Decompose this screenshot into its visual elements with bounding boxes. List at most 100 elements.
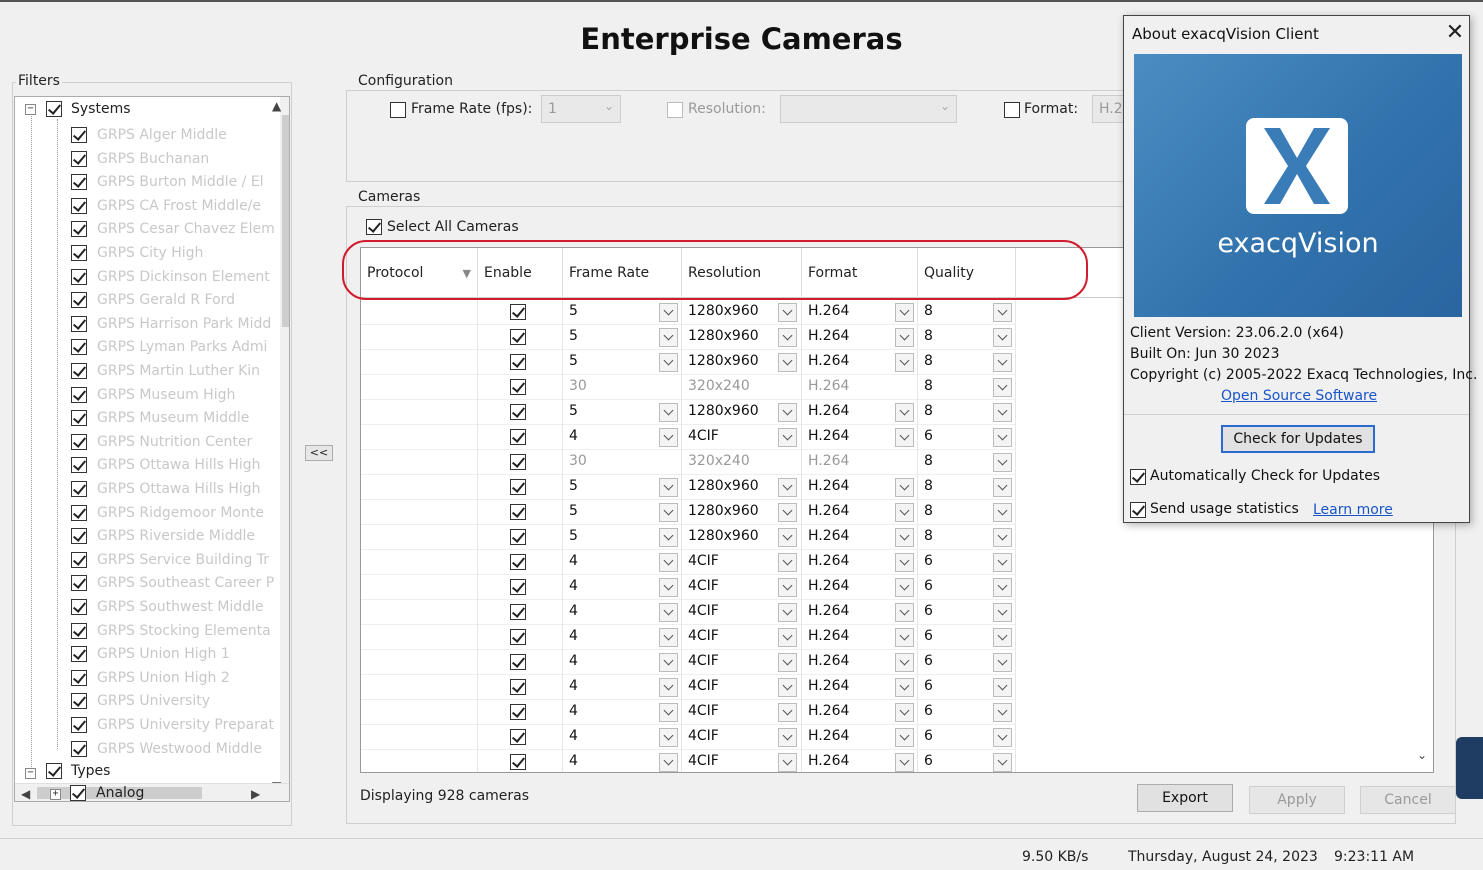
cell-quality[interactable]: 6 [918,650,1016,675]
cell-frame-rate[interactable]: 5 [563,475,682,500]
tree-item-system[interactable]: GRPS Ottawa Hills High [15,455,267,477]
cell-format[interactable]: H.264 [802,700,918,725]
system-checkbox[interactable] [71,150,87,167]
cell-resolution[interactable]: 1280x960 [682,525,802,550]
chevron-down-icon[interactable] [659,628,678,647]
cell-frame-rate[interactable]: 4 [563,425,682,450]
system-checkbox[interactable] [71,646,87,663]
chevron-down-icon[interactable] [993,503,1012,522]
system-checkbox[interactable] [71,363,87,379]
chevron-down-icon[interactable] [778,653,797,672]
enable-checkbox[interactable] [510,504,526,520]
cell-resolution[interactable]: 1280x960 [682,350,802,375]
chevron-down-icon[interactable] [895,303,914,322]
cell-format[interactable]: H.264 [802,400,918,425]
chevron-down-icon[interactable] [993,403,1012,422]
scroll-left-icon[interactable]: ◀ [21,787,30,801]
cell-format[interactable]: H.264 [802,475,918,500]
table-row[interactable]: 30 320x240 H.264 8 [361,375,1016,400]
chevron-down-icon[interactable] [778,578,797,597]
enable-checkbox[interactable] [510,604,526,620]
tree-item-system[interactable]: GRPS Southeast Career P [15,573,274,595]
chevron-down-icon[interactable] [659,553,678,572]
learn-more-link[interactable]: Learn more [1313,502,1393,518]
chevron-down-icon[interactable] [659,678,678,697]
cell-format[interactable]: H.264 [802,575,918,600]
cell-quality[interactable]: 8 [918,450,1016,475]
cell-quality[interactable]: 8 [918,375,1016,400]
cell-resolution[interactable]: 4CIF [682,625,802,650]
tree-item-system[interactable]: GRPS Buchanan [15,149,267,171]
cell-resolution[interactable]: 320x240 [682,375,802,400]
system-checkbox[interactable] [71,245,87,261]
cell-frame-rate[interactable]: 4 [563,750,682,772]
cell-format[interactable]: H.264 [802,350,918,375]
table-row[interactable]: 4 4CIF H.264 6 [361,600,1016,625]
tree-item-system[interactable]: GRPS Stocking Elementa [15,621,271,643]
chevron-down-icon[interactable] [993,728,1012,747]
enable-checkbox[interactable] [510,654,526,670]
chevron-down-icon[interactable] [993,578,1012,597]
cell-frame-rate[interactable]: 4 [563,600,682,625]
systems-checkbox[interactable] [46,101,62,117]
cell-resolution[interactable]: 1280x960 [682,400,802,425]
cell-format[interactable]: H.264 [802,600,918,625]
cell-frame-rate[interactable]: 4 [563,675,682,700]
chevron-down-icon[interactable] [895,328,914,347]
cell-quality[interactable]: 8 [918,325,1016,350]
cell-resolution[interactable]: 4CIF [682,425,802,450]
cell-quality[interactable]: 8 [918,475,1016,500]
cell-format[interactable]: H.264 [802,500,918,525]
tree-item-system[interactable]: GRPS Museum Middle [15,408,267,430]
chevron-down-icon[interactable] [993,553,1012,572]
cell-quality[interactable]: 8 [918,300,1016,325]
chevron-down-icon[interactable] [778,478,797,497]
system-checkbox[interactable] [71,669,87,686]
table-row[interactable]: 4 4CIF H.264 6 [361,675,1016,700]
enable-checkbox[interactable] [510,429,526,445]
cell-resolution[interactable]: 4CIF [682,600,802,625]
chevron-down-icon[interactable] [659,528,678,547]
chevron-down-icon[interactable] [895,703,914,722]
enable-checkbox[interactable] [510,729,526,745]
chevron-down-icon[interactable] [778,428,797,447]
chevron-down-icon[interactable] [659,753,678,772]
system-checkbox[interactable] [71,174,87,191]
chevron-down-icon[interactable] [993,653,1012,672]
collapse-filters-button[interactable]: << [305,445,333,461]
cell-frame-rate[interactable]: 5 [563,300,682,325]
cell-format[interactable]: H.264 [802,450,918,475]
tree-item-system[interactable]: GRPS Cesar Chavez Elem [15,219,275,241]
cell-frame-rate[interactable]: 4 [563,700,682,725]
chevron-down-icon[interactable] [895,478,914,497]
cell-quality[interactable]: 6 [918,600,1016,625]
chevron-down-icon[interactable] [993,603,1012,622]
chevron-down-icon[interactable] [895,353,914,372]
tree-item-system[interactable]: GRPS Gerald R Ford [15,290,267,312]
grid-scroll-down-icon[interactable]: ⌄ [1417,748,1427,762]
cell-frame-rate[interactable]: 4 [563,550,682,575]
system-checkbox[interactable] [71,551,87,568]
table-row[interactable]: 4 4CIF H.264 6 [361,550,1016,575]
system-checkbox[interactable] [71,268,87,285]
table-row[interactable]: 5 1280x960 H.264 8 [361,300,1016,325]
tree-item-system[interactable]: GRPS University Preparat [15,715,274,737]
chevron-down-icon[interactable] [895,653,914,672]
cell-frame-rate[interactable]: 5 [563,400,682,425]
table-row[interactable]: 5 1280x960 H.264 8 [361,350,1016,375]
chevron-down-icon[interactable] [778,353,797,372]
analog-checkbox[interactable] [70,785,86,801]
cell-quality[interactable]: 8 [918,500,1016,525]
system-checkbox[interactable] [71,693,87,710]
system-checkbox[interactable] [71,457,87,474]
types-checkbox[interactable] [46,763,62,779]
table-row[interactable]: 4 4CIF H.264 6 [361,425,1016,450]
format-checkbox[interactable] [1004,102,1020,118]
tree-item-system[interactable]: GRPS Martin Luther Kin [15,361,267,383]
chevron-down-icon[interactable] [659,603,678,622]
table-row[interactable]: 4 4CIF H.264 6 [361,700,1016,725]
cell-quality[interactable]: 6 [918,550,1016,575]
table-row[interactable]: 5 1280x960 H.264 8 [361,525,1016,550]
tree-item-system[interactable]: GRPS Dickinson Element [15,267,270,289]
chevron-down-icon[interactable] [778,553,797,572]
